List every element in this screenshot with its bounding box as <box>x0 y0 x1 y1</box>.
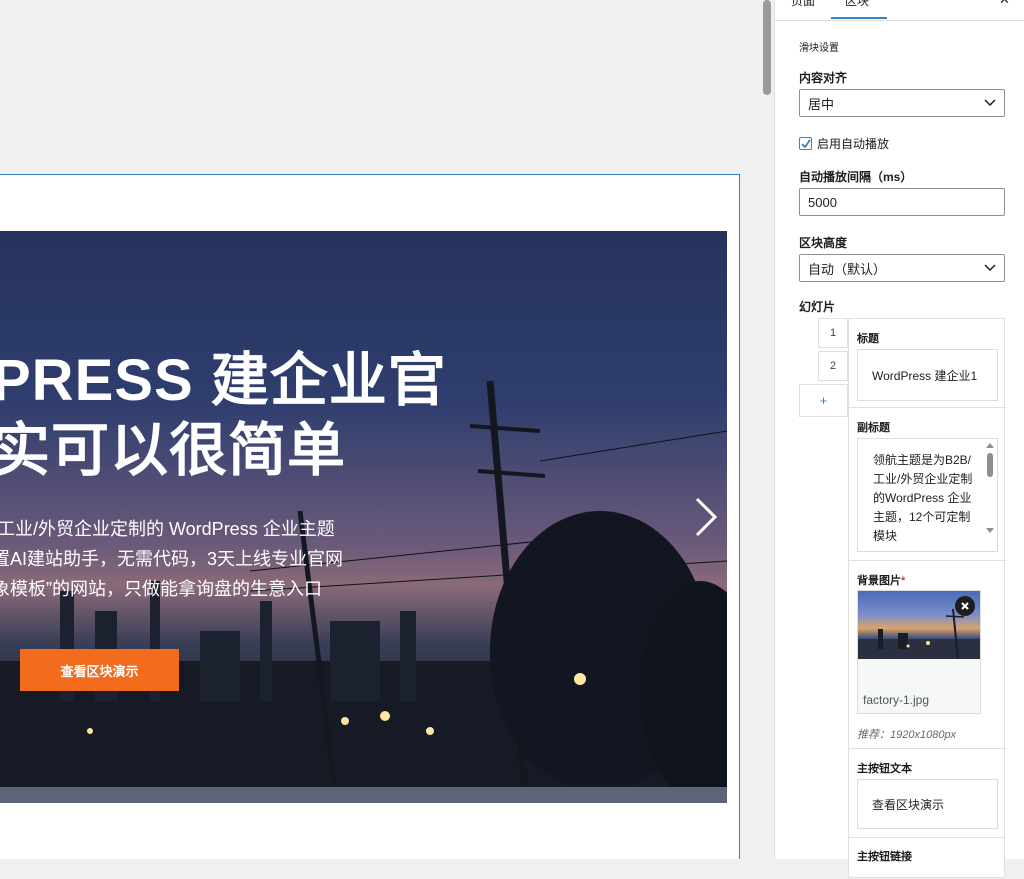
title-input[interactable]: WordPress 建企业1 <box>857 349 998 401</box>
close-icon <box>961 602 969 610</box>
close-icon[interactable]: ✕ <box>999 0 1010 8</box>
checkmark-icon <box>800 139 811 148</box>
autoplay-checkbox-row[interactable]: 启用自动播放 <box>799 135 889 152</box>
active-tab-indicator <box>831 17 887 19</box>
align-select-value: 居中 <box>808 96 835 112</box>
title-section: 标题 WordPress 建企业1 <box>849 319 1006 408</box>
remove-image-button[interactable] <box>955 596 975 616</box>
slide-bottom-bar <box>0 787 727 803</box>
autoplay-checkbox[interactable] <box>799 137 812 150</box>
slide-tab-1[interactable]: 1 <box>818 318 848 348</box>
slide-edit-panel: 标题 WordPress 建企业1 副标题 领航主题是为B2B/工业/外贸企业定… <box>848 318 1006 878</box>
height-select-value: 自动（默认） <box>808 261 887 277</box>
interval-label: 自动播放间隔（ms） <box>799 170 913 184</box>
background-section: 背景图片* factory-1.jpg 推荐：1920x1080px <box>849 561 1006 749</box>
subtitle-textarea[interactable]: 领航主题是为B2B/工业/外贸企业定制的WordPress 企业主题，12个可定… <box>857 438 998 552</box>
align-select[interactable]: 居中 <box>799 89 1005 117</box>
required-marker: * <box>901 575 906 587</box>
slide-subtitle-line-1: /工业/外贸企业定制的 WordPress 企业主题 <box>0 519 335 539</box>
slide-title-line-1: PRESS 建企业官 <box>0 348 447 413</box>
height-label: 区块高度 <box>799 236 848 250</box>
slide-subtitle-line-3: 象模板”的网站，只做能拿询盘的生意入口 <box>0 579 322 599</box>
button-text-section: 主按钮文本 查看区块演示 <box>849 749 1006 838</box>
subtitle-section: 副标题 领航主题是为B2B/工业/外贸企业定制的WordPress 企业主题，1… <box>849 408 1006 561</box>
subtitle-textarea-value: 领航主题是为B2B/工业/外贸企业定制的WordPress 企业主题，12个可定… <box>873 453 973 543</box>
background-image-filename: factory-1.jpg <box>863 693 930 707</box>
autoplay-label: 启用自动播放 <box>817 137 890 151</box>
sidebar-tabs: 页面 区块 ✕ <box>775 0 1024 21</box>
slide-subtitle-line-2: 置AI建站助手，无需代码，3天上线专业官网 <box>0 549 344 569</box>
background-image-preview[interactable]: factory-1.jpg <box>857 590 981 714</box>
interval-input[interactable]: 5000 <box>799 188 1005 216</box>
height-select[interactable]: 自动（默认） <box>799 254 1005 282</box>
title-field-label: 标题 <box>857 333 879 345</box>
chevron-down-icon <box>984 99 996 107</box>
hero-slider[interactable]: PRESS 建企业官 实可以很简单 /工业/外贸企业定制的 WordPress … <box>0 231 727 803</box>
tab-page[interactable]: 页面 <box>791 0 815 9</box>
textarea-scrollbar[interactable] <box>985 441 995 541</box>
slide-title-line-2: 实可以很简单 <box>0 418 347 483</box>
add-slide-button[interactable]: + <box>799 384 848 417</box>
settings-sidebar: 页面 区块 ✕ 滑块设置 内容对齐 居中 启用自动播放 自动播放间隔（ms） 5… <box>774 0 1024 878</box>
background-field-label: 背景图片* <box>857 572 905 588</box>
button-text-field-label: 主按钮文本 <box>857 763 912 775</box>
button-text-input-value: 查看区块演示 <box>872 797 945 812</box>
button-link-field-label: 主按钮链接 <box>857 851 912 863</box>
chevron-down-icon <box>984 264 996 272</box>
tab-block[interactable]: 区块 <box>845 0 869 9</box>
background-label-text: 背景图片 <box>857 575 901 587</box>
chevron-right-icon <box>695 497 718 537</box>
align-label: 内容对齐 <box>799 71 848 85</box>
title-input-value: WordPress 建企业1 <box>872 368 978 383</box>
slide-next-arrow[interactable] <box>688 493 724 541</box>
section-title: 滑块设置 <box>799 43 839 54</box>
editor-canvas: PRESS 建企业官 实可以很简单 /工业/外贸企业定制的 WordPress … <box>0 0 760 859</box>
slides-label: 幻灯片 <box>799 300 836 314</box>
slide-subtitle: /工业/外贸企业定制的 WordPress 企业主题 置AI建站助手，无需代码，… <box>0 514 343 604</box>
subtitle-field-label: 副标题 <box>857 422 890 434</box>
scrollbar-thumb[interactable] <box>763 0 771 95</box>
canvas-scrollbar[interactable] <box>760 0 774 859</box>
slide-tab-2[interactable]: 2 <box>818 351 848 381</box>
button-text-input[interactable]: 查看区块演示 <box>857 779 998 829</box>
slide-cta-button[interactable]: 查看区块演示 <box>20 649 179 691</box>
interval-value: 5000 <box>808 194 837 210</box>
image-size-hint: 推荐：1920x1080px <box>857 729 957 741</box>
slide-title: PRESS 建企业官 实可以很简单 <box>0 346 447 486</box>
